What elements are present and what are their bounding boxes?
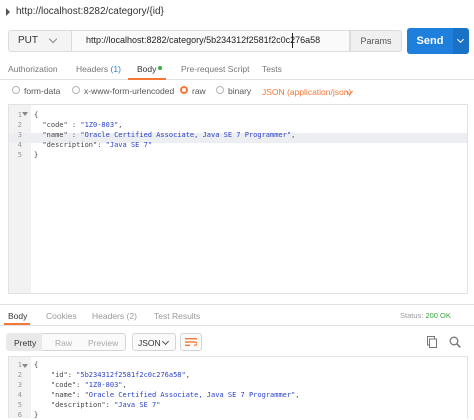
send-button[interactable]: Send — [407, 28, 453, 54]
code-token: "name" : — [34, 131, 81, 139]
line-number: 4 — [17, 141, 22, 149]
code-line: "name" : "Oracle Certified Associate, Ja… — [34, 130, 295, 140]
radio-urlencoded-label: x-www-form-urlencoded — [84, 86, 175, 96]
status-badge: Status: 200 OK — [400, 311, 451, 320]
line-number: 5 — [17, 151, 22, 159]
view-raw-button[interactable]: Raw — [55, 338, 72, 348]
line-number: 4 — [17, 391, 22, 399]
search-icon[interactable] — [449, 336, 461, 348]
radio-form-data[interactable] — [12, 86, 20, 94]
code-string: "5b234312f2581f2c0c276a58" — [76, 371, 186, 379]
copy-icon[interactable] — [427, 336, 437, 348]
url-text: http://localhost:8282/category/5b234312f… — [86, 35, 321, 45]
radio-raw-label: raw — [192, 86, 206, 96]
code-token: , — [118, 121, 123, 129]
code-string: "1Z0-803" — [80, 121, 119, 129]
tab-body[interactable]: Body — [137, 64, 156, 74]
view-pretty-button[interactable]: Pretty — [14, 338, 36, 348]
tab-authorization[interactable]: Authorization — [8, 64, 58, 74]
active-response-tab-indicator — [4, 323, 30, 325]
tab-tests[interactable]: Tests — [262, 64, 282, 74]
code-line: "code" : "1Z0-803", — [34, 120, 123, 130]
code-line: { — [34, 110, 38, 120]
code-token: "code": — [34, 381, 85, 389]
line-number: 5 — [17, 401, 22, 409]
code-line: { — [34, 360, 38, 370]
code-token: "description": — [34, 141, 106, 149]
line-number: 3 — [17, 381, 22, 389]
status-label: Status: — [400, 311, 424, 320]
code-token: { — [34, 111, 39, 119]
code-token: "name": — [34, 391, 85, 399]
fold-arrow-icon[interactable] — [22, 364, 28, 368]
code-token: , — [295, 391, 300, 399]
text-cursor — [292, 33, 293, 48]
response-tab-body[interactable]: Body — [8, 311, 27, 321]
tab-headers-count: (1) — [110, 64, 121, 74]
code-string: "Java SE 7" — [105, 141, 153, 149]
tab-prerequest-script[interactable]: Pre-request Script — [181, 64, 250, 74]
response-tab-headers-label: Headers — [92, 311, 125, 321]
code-line: } — [34, 150, 38, 160]
tab-headers-label: Headers — [76, 64, 109, 74]
fold-arrow-icon[interactable] — [22, 112, 28, 116]
code-line: "name": "Oracle Certified Associate, Jav… — [34, 390, 300, 400]
code-token: , — [185, 371, 190, 379]
line-number: 2 — [17, 121, 22, 129]
response-tab-headers[interactable]: Headers (2) — [92, 311, 137, 321]
view-preview-button[interactable]: Preview — [88, 338, 118, 348]
response-format-label: JSON — [138, 338, 161, 348]
code-string: "Oracle Certified Associate, Java SE 7 P… — [84, 391, 296, 399]
code-token: "code" : — [34, 121, 81, 129]
code-token: { — [34, 361, 39, 369]
response-tab-headers-count: (2) — [126, 311, 137, 321]
code-token: "id": — [34, 371, 77, 379]
code-token: "description": — [34, 401, 115, 409]
response-tab-cookies[interactable]: Cookies — [46, 311, 77, 321]
code-string: "Java SE 7" — [114, 401, 161, 409]
radio-urlencoded[interactable] — [72, 86, 80, 94]
line-number: 2 — [17, 371, 22, 379]
tab-headers[interactable]: Headers (1) — [76, 64, 121, 74]
active-tab-indicator — [128, 78, 166, 80]
code-token: } — [34, 151, 39, 159]
code-token: , — [122, 381, 127, 389]
radio-binary-label: binary — [228, 86, 252, 96]
radio-binary[interactable] — [216, 86, 224, 94]
code-line: } — [34, 410, 38, 420]
radio-raw[interactable] — [180, 86, 188, 94]
response-tab-test-results[interactable]: Test Results — [154, 311, 200, 321]
code-string: "Oracle Certified Associate, Java SE 7 P… — [80, 131, 292, 139]
collapse-caret-icon[interactable] — [6, 8, 10, 16]
code-line: "description": "Java SE 7" — [34, 140, 152, 150]
code-string: "1Z0-803" — [84, 381, 123, 389]
code-line: "code": "1Z0-803", — [34, 380, 127, 390]
status-value: 200 OK — [425, 311, 451, 320]
code-token: , — [291, 131, 296, 139]
radio-form-data-label: form-data — [24, 86, 61, 96]
code-line: "description": "Java SE 7" — [34, 400, 161, 410]
line-number: 1 — [17, 111, 22, 119]
body-modified-dot — [158, 66, 162, 70]
line-number: 3 — [17, 131, 22, 139]
wrap-lines-icon — [185, 338, 197, 346]
params-button[interactable]: Params — [350, 30, 402, 52]
method-label: PUT — [18, 35, 38, 46]
code-line: "id": "5b234312f2581f2c0c276a58", — [34, 370, 190, 380]
line-number: 6 — [17, 411, 22, 419]
request-title: http://localhost:8282/category/{id} — [16, 6, 164, 17]
content-type-select[interactable]: JSON (application/json) — [262, 87, 351, 97]
line-number: 1 — [17, 361, 22, 369]
